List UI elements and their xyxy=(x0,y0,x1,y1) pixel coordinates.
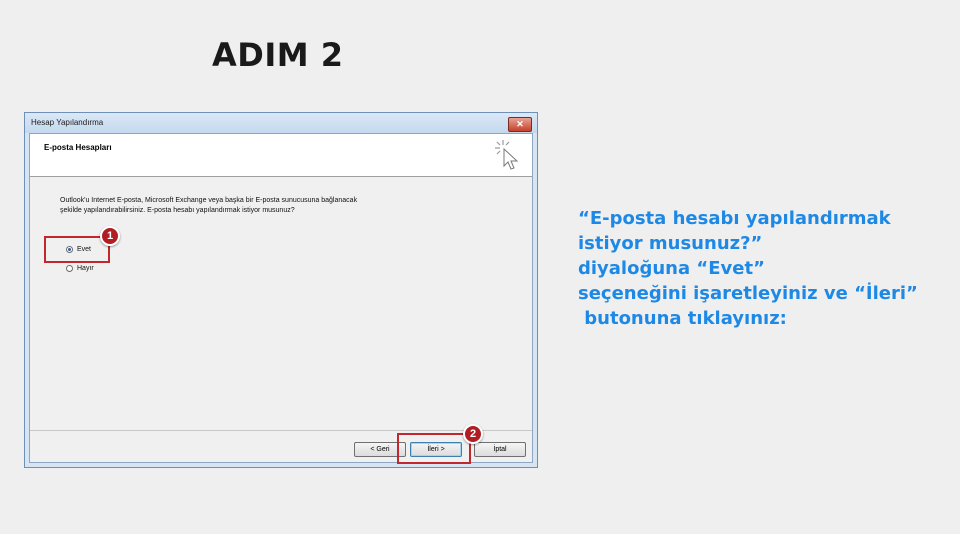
dialog-client-area: E-posta Hesapları Outlook'u Internet E-p… xyxy=(29,133,533,463)
dialog-titlebar: Hesap Yapılandırma ✕ xyxy=(25,113,537,133)
instruction-line: seçeneğini işaretleyiniz ve “İleri” xyxy=(578,283,918,304)
option-hayir-label: Hayır xyxy=(77,265,94,272)
question-text: Outlook'u Internet E-posta, Microsoft Ex… xyxy=(60,197,358,214)
dialog-title: Hesap Yapılandırma xyxy=(31,118,104,127)
close-button[interactable]: ✕ xyxy=(508,117,532,132)
radio-hayir[interactable] xyxy=(66,265,73,272)
step-1-badge: 1 xyxy=(100,226,120,246)
dialog-header-title: E-posta Hesapları xyxy=(44,143,112,152)
account-setup-dialog: Hesap Yapılandırma ✕ E-posta Hesapları O… xyxy=(24,112,538,468)
step-2-badge: 2 xyxy=(463,424,483,444)
instruction-line: istiyor musunuz?” xyxy=(578,233,763,254)
dialog-header-band: E-posta Hesapları xyxy=(30,134,532,177)
instruction-text: “E-posta hesabı yapılandırmak istiyor mu… xyxy=(578,206,950,331)
footer-divider xyxy=(30,430,532,431)
wizard-cursor-icon xyxy=(495,140,519,170)
slide-title: ADIM 2 xyxy=(212,36,344,74)
instruction-line: “E-posta hesabı yapılandırmak xyxy=(578,208,891,229)
option-hayir[interactable]: Hayır xyxy=(66,265,94,272)
instruction-line: butonuna tıklayınız: xyxy=(578,308,787,329)
highlight-next xyxy=(397,433,471,464)
cancel-button[interactable]: İptal xyxy=(474,442,526,457)
instruction-line: diyaloğuna “Evet” xyxy=(578,258,765,279)
